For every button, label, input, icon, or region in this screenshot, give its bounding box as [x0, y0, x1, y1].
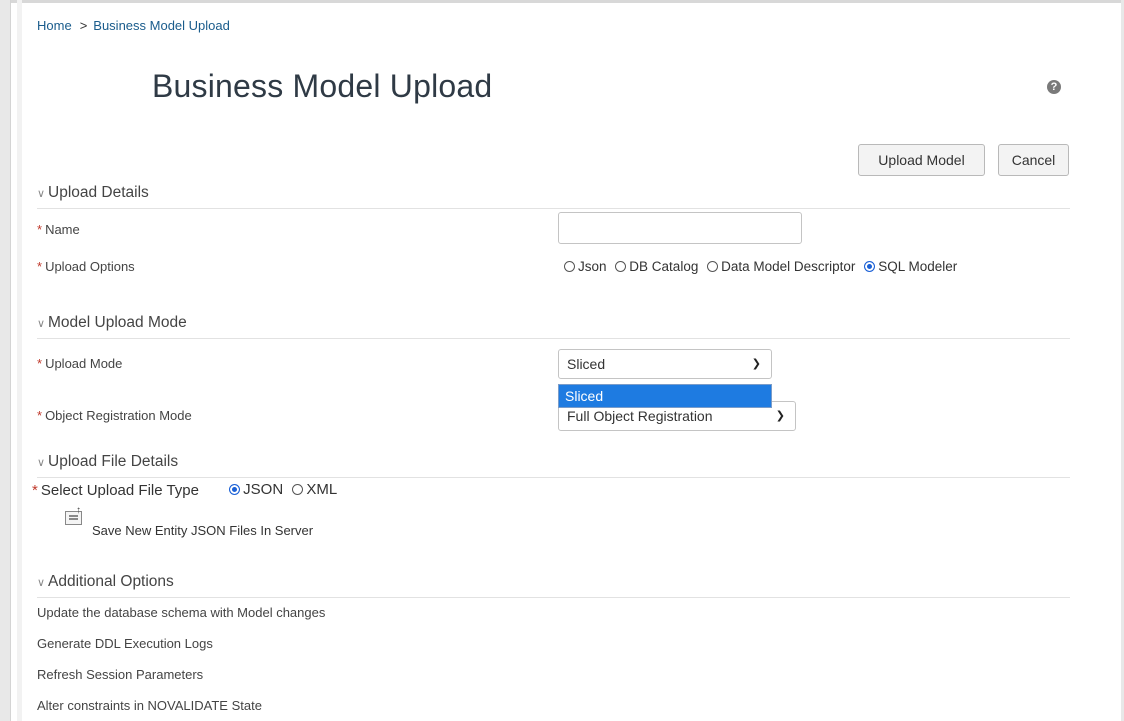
- radio-sql-modeler[interactable]: SQL Modeler: [864, 259, 957, 274]
- section-upload-details[interactable]: ∨ Upload Details: [37, 184, 1070, 209]
- page-title: Business Model Upload: [152, 68, 493, 104]
- radio-file-type-json-label: JSON: [243, 481, 284, 498]
- section-additional-options[interactable]: ∨ Additional Options: [37, 573, 1070, 598]
- upload-options-label-text: Upload Options: [45, 259, 135, 274]
- option-generate-ddl-logs: Generate DDL Execution Logs: [37, 636, 213, 651]
- upload-mode-label-text: Upload Mode: [45, 356, 123, 371]
- chevron-down-icon: ∨: [37, 188, 46, 200]
- upload-file-type-row: * Select Upload File Type JSON XML: [32, 481, 342, 499]
- required-marker: *: [37, 356, 43, 371]
- upload-file-type-label: Select Upload File Type: [40, 482, 199, 499]
- radio-db-catalog-indicator: [615, 261, 627, 272]
- upload-mode-option-sliced[interactable]: Sliced: [559, 385, 771, 407]
- window-top-border: [0, 0, 1124, 3]
- section-model-upload-mode-title: Model Upload Mode: [48, 314, 187, 331]
- radio-file-type-xml-label: XML: [306, 481, 338, 498]
- radio-file-type-xml-indicator: [292, 484, 304, 495]
- name-input[interactable]: [558, 212, 802, 244]
- upload-mode-select-value: Sliced: [567, 356, 606, 372]
- radio-data-model-descriptor[interactable]: Data Model Descriptor: [707, 259, 855, 274]
- caret-down-icon: ❯: [751, 358, 761, 370]
- radio-json-indicator: [564, 261, 575, 272]
- section-upload-details-title: Upload Details: [48, 184, 149, 201]
- section-upload-file-details-title: Upload File Details: [48, 453, 179, 470]
- object-registration-mode-label: * Object Registration Mode: [37, 408, 192, 423]
- radio-json-label: Json: [578, 259, 607, 274]
- upload-arrow-icon: ↑: [76, 505, 81, 516]
- radio-data-model-descriptor-indicator: [707, 261, 719, 272]
- radio-sql-modeler-label: SQL Modeler: [878, 259, 958, 274]
- object-registration-mode-label-text: Object Registration Mode: [45, 408, 192, 423]
- radio-json[interactable]: Json: [564, 259, 607, 274]
- radio-file-type-json-indicator: [229, 484, 241, 495]
- chevron-down-icon: ∨: [37, 577, 46, 589]
- object-registration-mode-select-value: Full Object Registration: [567, 408, 713, 424]
- upload-model-button[interactable]: Upload Model: [858, 144, 985, 176]
- radio-sql-modeler-indicator: [864, 261, 876, 272]
- save-entity-json-link[interactable]: Save New Entity JSON Files In Server: [92, 523, 313, 538]
- required-marker: *: [37, 408, 43, 423]
- option-alter-constraints-novalidate: Alter constraints in NOVALIDATE State: [37, 698, 262, 713]
- breadcrumb-home-link[interactable]: Home: [37, 18, 72, 33]
- chevron-down-icon: ∨: [37, 457, 46, 469]
- left-panel-gutter: [17, 0, 22, 721]
- help-icon[interactable]: ?: [1047, 80, 1061, 94]
- required-marker: *: [37, 222, 43, 237]
- caret-down-icon: ❯: [775, 410, 785, 422]
- option-refresh-session-params: Refresh Session Parameters: [37, 667, 204, 682]
- radio-file-type-json[interactable]: JSON: [229, 481, 283, 498]
- required-marker: *: [32, 482, 38, 499]
- required-marker: *: [37, 259, 43, 274]
- name-label: * Name: [37, 222, 80, 237]
- left-panel-edge: [0, 0, 11, 721]
- breadcrumb-separator: >: [79, 18, 88, 34]
- section-upload-file-details[interactable]: ∨ Upload File Details: [37, 453, 1070, 478]
- section-additional-options-title: Additional Options: [48, 573, 174, 590]
- upload-options-label: * Upload Options: [37, 259, 135, 274]
- chevron-down-icon: ∨: [37, 318, 46, 330]
- option-update-db-schema: Update the database schema with Model ch…: [37, 605, 326, 620]
- upload-mode-select[interactable]: Sliced ❯: [558, 349, 772, 379]
- radio-db-catalog-label: DB Catalog: [629, 259, 699, 274]
- cancel-button[interactable]: Cancel: [998, 144, 1069, 176]
- radio-file-type-xml[interactable]: XML: [292, 481, 337, 498]
- name-label-text: Name: [45, 222, 80, 237]
- radio-data-model-descriptor-label: Data Model Descriptor: [721, 259, 856, 274]
- upload-mode-label: * Upload Mode: [37, 356, 122, 371]
- upload-mode-dropdown-list: Sliced: [558, 384, 772, 408]
- radio-db-catalog[interactable]: DB Catalog: [615, 259, 698, 274]
- breadcrumb: Home > Business Model Upload: [37, 17, 230, 33]
- upload-options-radio-group: Json DB Catalog Data Model Descriptor SQ…: [564, 259, 962, 275]
- breadcrumb-current-link[interactable]: Business Model Upload: [93, 18, 230, 33]
- section-model-upload-mode[interactable]: ∨ Model Upload Mode: [37, 314, 1070, 339]
